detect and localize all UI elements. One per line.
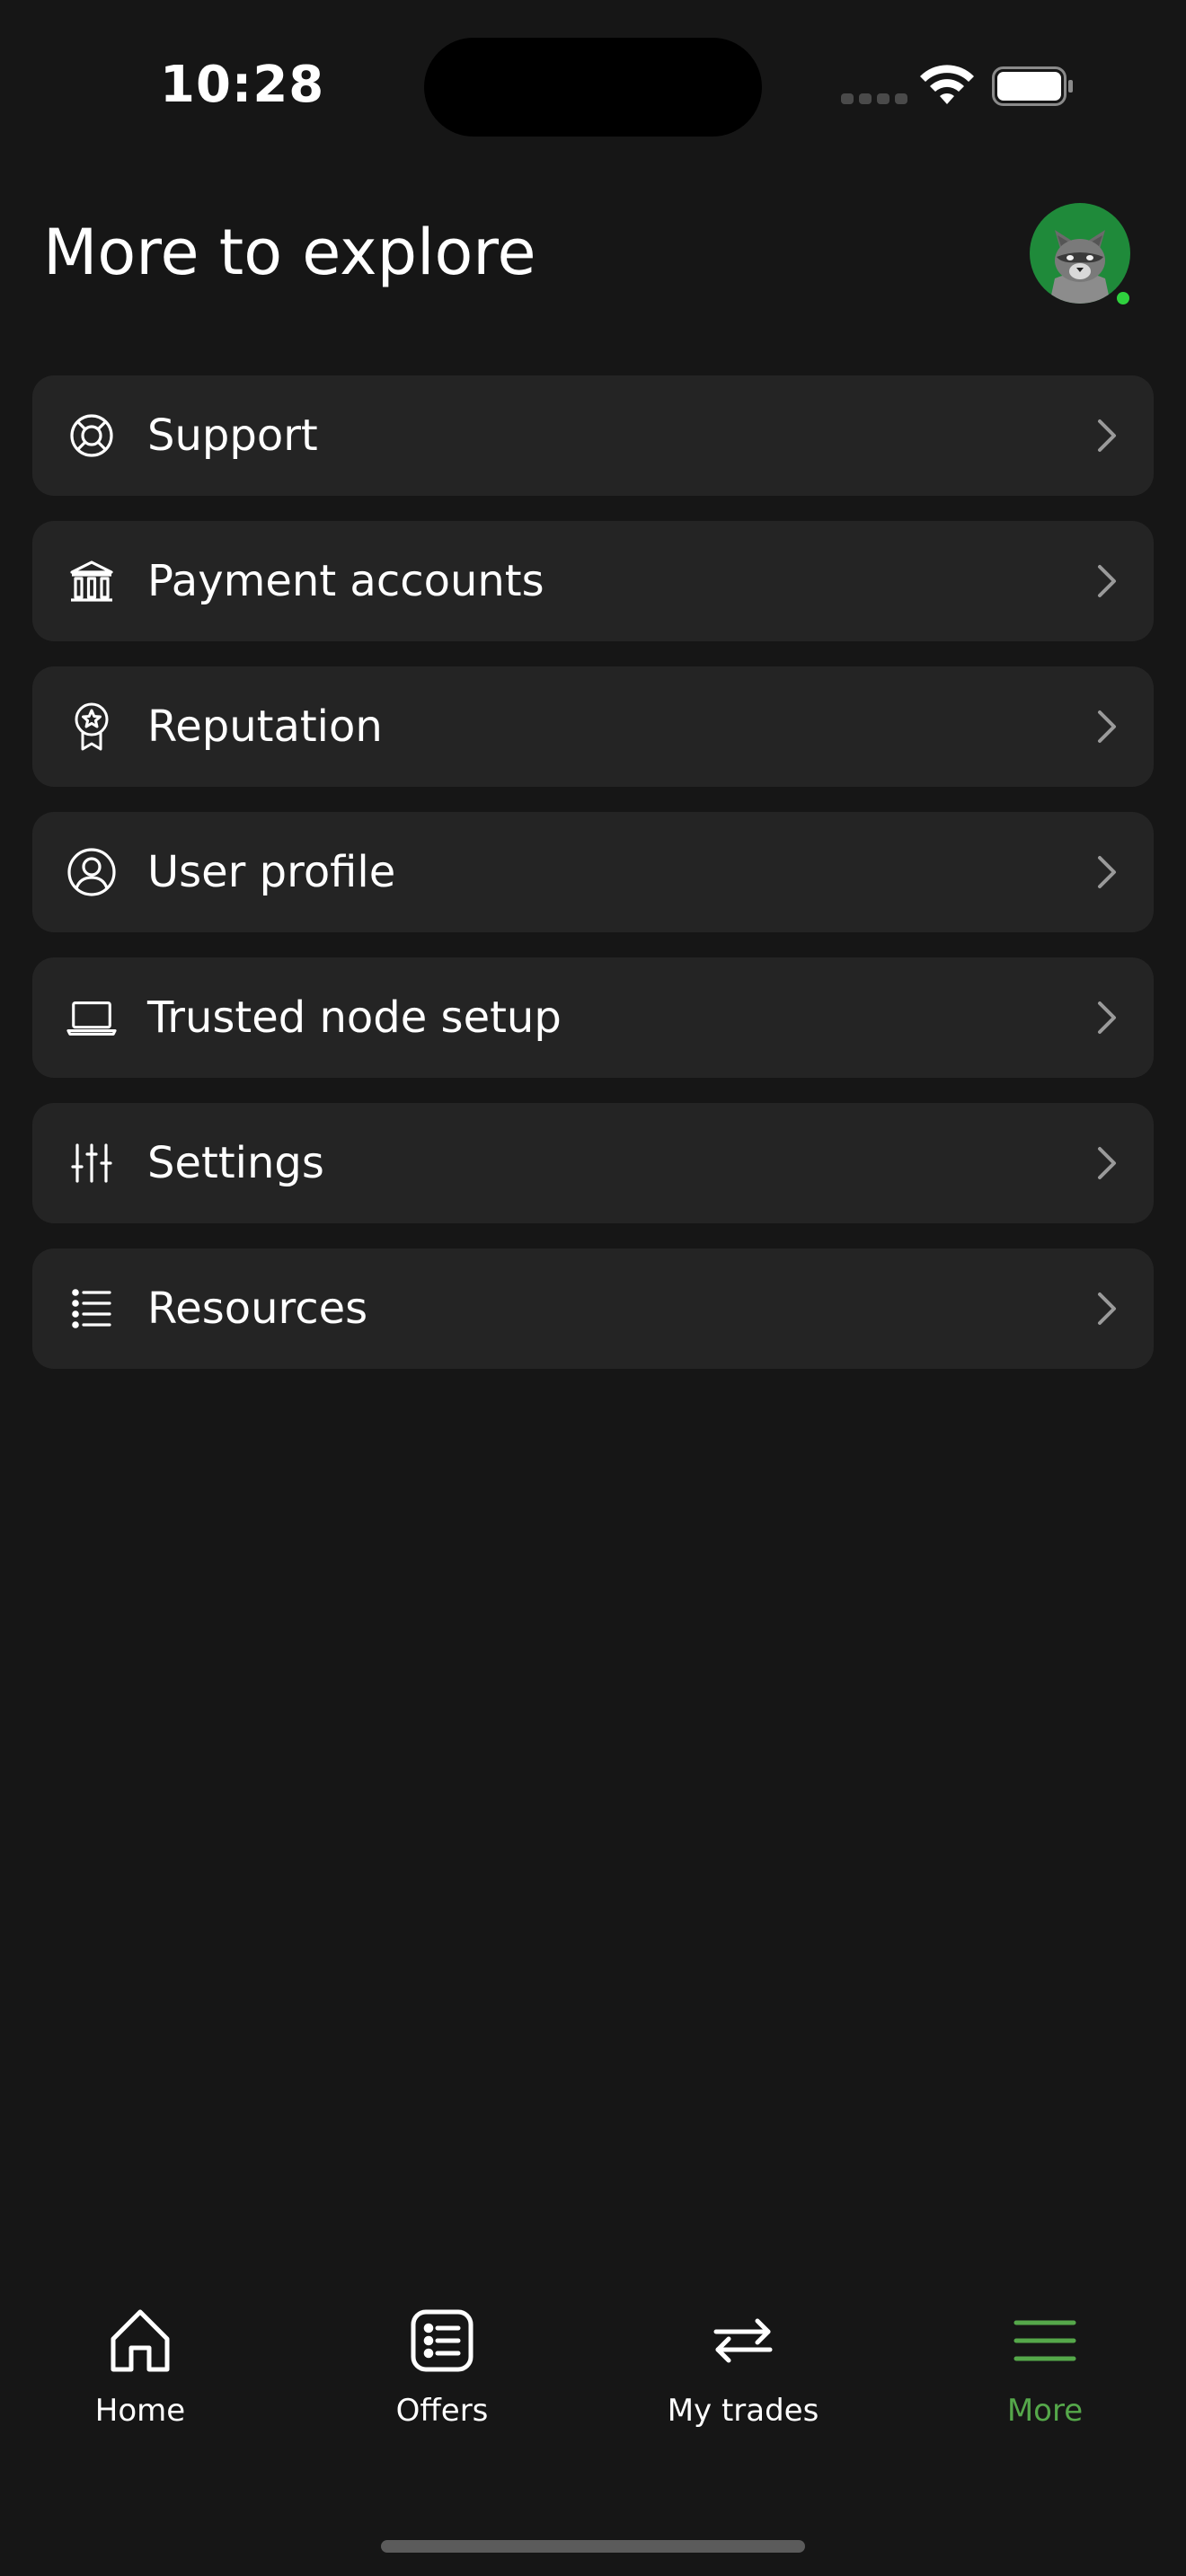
status-time: 10:28 bbox=[160, 56, 325, 114]
bottom-tab-bar: Home Offers My trades More bbox=[0, 2281, 1186, 2461]
tab-label: More bbox=[1006, 2393, 1084, 2429]
chevron-right-icon bbox=[1098, 1001, 1116, 1034]
bank-icon bbox=[66, 556, 117, 606]
home-indicator[interactable] bbox=[381, 2540, 805, 2553]
chevron-right-icon bbox=[1098, 419, 1116, 452]
menu-item-trusted-node-setup[interactable]: Trusted node setup bbox=[32, 957, 1154, 1078]
status-bar: 10:28 bbox=[0, 0, 1186, 171]
menu-item-label: Resources bbox=[147, 1284, 368, 1334]
tab-offers[interactable]: Offers bbox=[325, 2281, 559, 2443]
cellular-signal-icon bbox=[841, 93, 907, 104]
tab-home[interactable]: Home bbox=[23, 2281, 257, 2443]
swap-arrows-icon bbox=[713, 2318, 773, 2363]
user-circle-icon bbox=[66, 847, 117, 897]
menu-item-label: Support bbox=[147, 410, 318, 461]
tab-more[interactable]: More bbox=[928, 2281, 1162, 2443]
menu-item-reputation[interactable]: Reputation bbox=[32, 666, 1154, 787]
page-title: More to explore bbox=[43, 216, 536, 289]
menu-item-label: Trusted node setup bbox=[147, 992, 562, 1043]
offers-icon bbox=[411, 2309, 474, 2372]
tab-label: Home bbox=[94, 2393, 186, 2429]
menu-item-user-profile[interactable]: User profile bbox=[32, 812, 1154, 932]
chevron-right-icon bbox=[1098, 710, 1116, 743]
menu-item-label: Payment accounts bbox=[147, 556, 544, 606]
menu-item-resources[interactable]: Resources bbox=[32, 1248, 1154, 1369]
menu-item-label: Settings bbox=[147, 1138, 324, 1188]
laptop-icon bbox=[66, 992, 117, 1043]
home-icon bbox=[111, 2309, 170, 2372]
more-menu-list: Support Payment accounts Reputation User… bbox=[32, 375, 1154, 1369]
tab-my-trades[interactable]: My trades bbox=[626, 2281, 860, 2443]
tab-label: Offers bbox=[395, 2393, 489, 2429]
chevron-right-icon bbox=[1098, 856, 1116, 888]
award-icon bbox=[66, 701, 117, 752]
menu-item-label: Reputation bbox=[147, 701, 383, 752]
menu-item-label: User profile bbox=[147, 847, 396, 897]
menu-icon bbox=[1013, 2320, 1076, 2361]
avatar[interactable] bbox=[1030, 203, 1130, 304]
sliders-icon bbox=[66, 1138, 117, 1188]
tab-label: My trades bbox=[667, 2393, 819, 2429]
chevron-right-icon bbox=[1098, 1292, 1116, 1325]
menu-item-settings[interactable]: Settings bbox=[32, 1103, 1154, 1223]
battery-icon bbox=[992, 66, 1073, 106]
online-status-dot bbox=[1117, 292, 1129, 304]
menu-item-support[interactable]: Support bbox=[32, 375, 1154, 496]
list-icon bbox=[66, 1284, 117, 1334]
lifebuoy-icon bbox=[66, 410, 117, 461]
chevron-right-icon bbox=[1098, 1147, 1116, 1179]
chevron-right-icon bbox=[1098, 565, 1116, 597]
wifi-icon bbox=[920, 65, 974, 104]
menu-item-payment-accounts[interactable]: Payment accounts bbox=[32, 521, 1154, 641]
cat-avatar-icon bbox=[1049, 230, 1111, 304]
dynamic-island bbox=[424, 38, 762, 137]
